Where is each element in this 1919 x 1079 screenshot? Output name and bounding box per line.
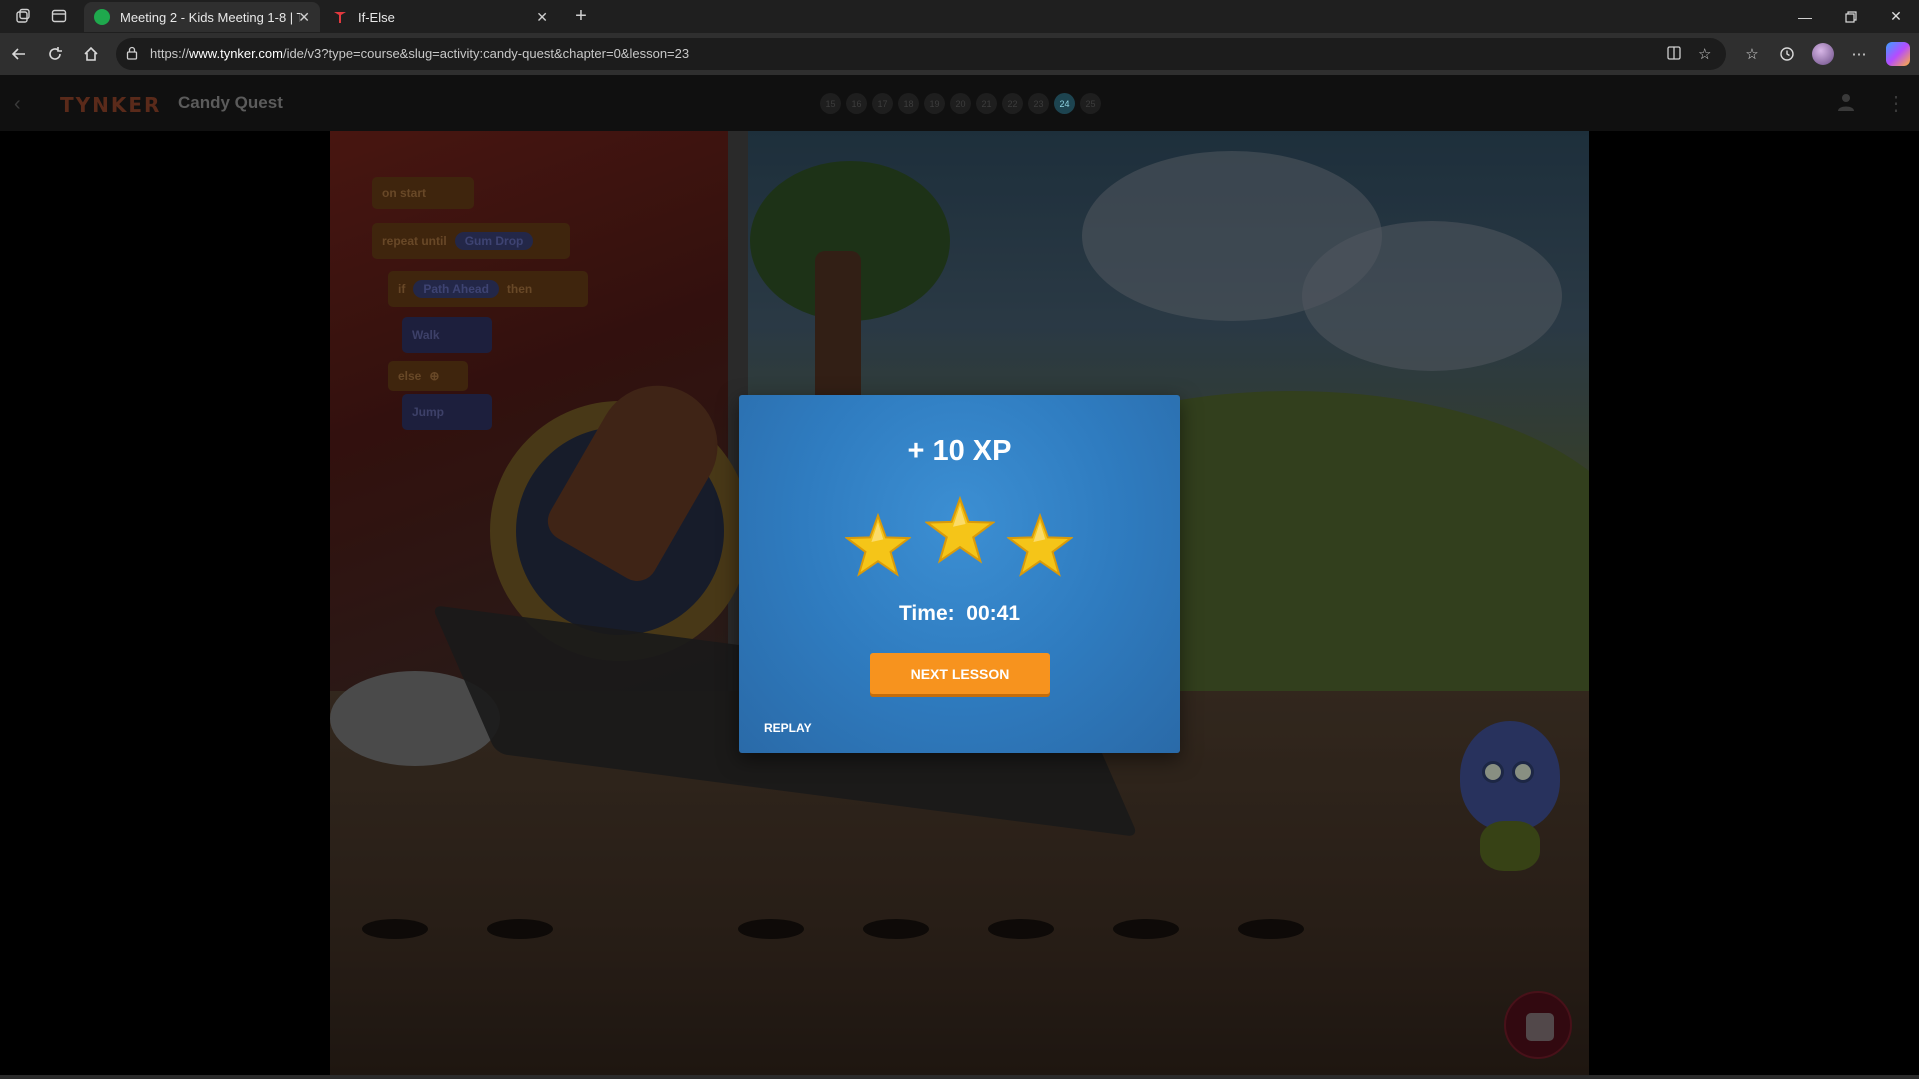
- step-18[interactable]: 18: [898, 93, 919, 114]
- tab-meeting[interactable]: Meeting 2 - Kids Meeting 1-8 | Ti ✕: [84, 2, 320, 32]
- star-icon: [1007, 513, 1073, 577]
- step-15[interactable]: 15: [820, 93, 841, 114]
- tab-actions-icon[interactable]: [46, 3, 72, 29]
- time-label: Time:: [898, 602, 955, 625]
- close-tab-icon[interactable]: ✕: [298, 9, 310, 26]
- restore-icon[interactable]: [1828, 0, 1874, 33]
- close-window-icon[interactable]: ✕: [1873, 0, 1919, 33]
- more-icon[interactable]: ⋯: [1847, 42, 1871, 66]
- workspaces-icon[interactable]: [10, 3, 36, 29]
- lock-icon[interactable]: [126, 46, 140, 60]
- meeting-favicon-icon: [94, 9, 110, 25]
- star-icon: [845, 513, 911, 577]
- home-icon[interactable]: [79, 42, 103, 66]
- time-value: 00:41: [966, 602, 1021, 625]
- step-23[interactable]: 23: [1028, 93, 1049, 114]
- menu-more-icon[interactable]: ⋮: [1886, 91, 1906, 116]
- step-19[interactable]: 19: [924, 93, 945, 114]
- star-icon: [925, 496, 995, 564]
- completion-time: Time: 00:41: [739, 602, 1180, 626]
- new-tab-button[interactable]: +: [568, 3, 594, 29]
- address-bar[interactable]: https://www.tynker.com/ide/v3?type=cours…: [116, 38, 1726, 70]
- lesson-progress-steps: 15 16 17 18 19 20 21 22 23 24 25: [820, 93, 1101, 114]
- url-prefix: https://: [150, 46, 190, 61]
- tynker-logo[interactable]: TYNKER: [60, 93, 161, 117]
- step-16[interactable]: 16: [846, 93, 867, 114]
- step-25[interactable]: 25: [1080, 93, 1101, 114]
- url-path: /ide/v3?type=course&slug=activity:candy-…: [282, 46, 690, 61]
- user-icon[interactable]: [1836, 92, 1856, 118]
- next-lesson-button[interactable]: NEXT LESSON: [870, 653, 1050, 694]
- lesson-title: Candy Quest: [178, 93, 283, 112]
- copilot-icon[interactable]: [1886, 42, 1910, 66]
- lesson-complete-dialog: + 10 XP Time: 00:41 NEXT LESSON REPLAY: [739, 395, 1180, 753]
- url-text: https://www.tynker.com/ide/v3?type=cours…: [150, 46, 689, 61]
- tab-title: If-Else: [358, 9, 395, 25]
- step-24[interactable]: 24: [1054, 93, 1075, 114]
- close-tab-icon[interactable]: ✕: [536, 9, 548, 26]
- tynker-header: ‹ TYNKER Candy Quest 15 16 17 18 19 20 2…: [0, 75, 1919, 131]
- tab-if-else[interactable]: If-Else ✕: [322, 2, 558, 32]
- history-icon[interactable]: [1775, 42, 1799, 66]
- screen: Meeting 2 - Kids Meeting 1-8 | Ti ✕ If-E…: [0, 0, 1919, 1079]
- xp-reward: + 10 XP: [907, 435, 1012, 467]
- tab-title: Meeting 2 - Kids Meeting 1-8 | Ti: [120, 9, 300, 25]
- browser-toolbar: https://www.tynker.com/ide/v3?type=cours…: [0, 33, 1919, 75]
- step-20[interactable]: 20: [950, 93, 971, 114]
- split-screen-icon[interactable]: [1666, 45, 1682, 65]
- step-17[interactable]: 17: [872, 93, 893, 114]
- favorites-icon[interactable]: ☆: [1740, 42, 1764, 66]
- replay-link[interactable]: REPLAY: [764, 721, 812, 735]
- step-22[interactable]: 22: [1002, 93, 1023, 114]
- back-chevron-icon[interactable]: ‹: [14, 93, 21, 116]
- window-bottom-edge: [0, 1075, 1919, 1079]
- browser-tab-bar: Meeting 2 - Kids Meeting 1-8 | Ti ✕ If-E…: [0, 0, 1919, 33]
- back-arrow-icon[interactable]: [7, 42, 31, 66]
- step-21[interactable]: 21: [976, 93, 997, 114]
- star-icon[interactable]: ☆: [1698, 45, 1711, 63]
- profile-avatar[interactable]: [1812, 43, 1834, 65]
- url-host: www.tynker.com: [189, 46, 283, 61]
- tynker-favicon-icon: [332, 9, 348, 25]
- refresh-icon[interactable]: [43, 42, 67, 66]
- minimize-icon[interactable]: —: [1782, 0, 1828, 33]
